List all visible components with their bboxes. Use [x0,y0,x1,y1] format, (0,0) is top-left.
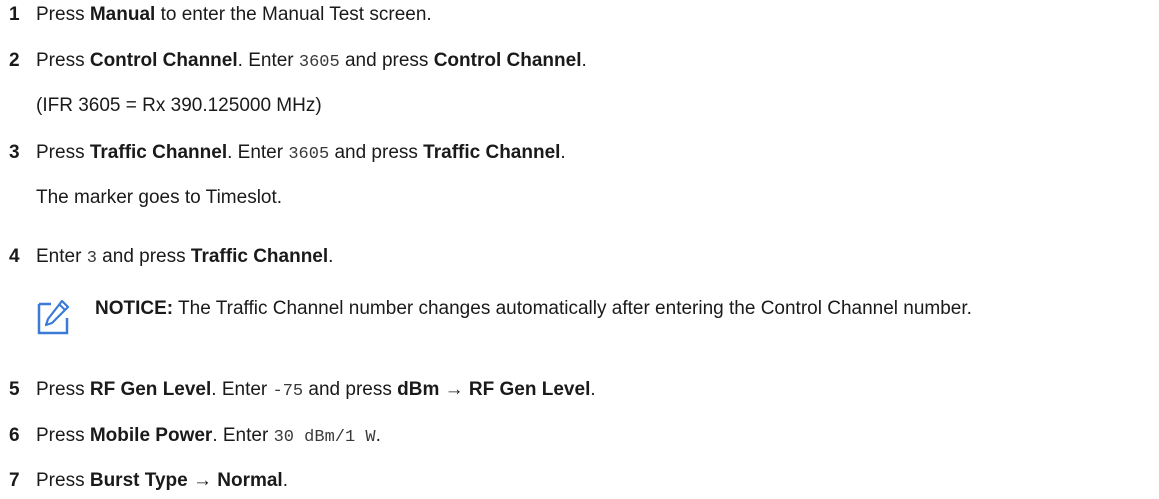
step-text-part: Press [36,379,90,400]
step-text-part: and press [339,50,434,71]
ui-key-label: RF Gen Level [89,379,212,400]
step-text: Press Manual to enter the Manual Test sc… [36,3,432,27]
step-text-part: . [282,470,288,491]
step-text-part: . [590,379,596,400]
entry-value: 3605 [288,145,330,164]
step-text-part: Press [36,425,90,446]
step-text: Press Burst Type → Normal. [36,469,288,493]
step-text: Press Mobile Power. Enter 30 dBm/1 W. [36,424,381,450]
pencil-note-icon-svg [37,299,70,335]
step-text-part: . [581,50,587,71]
step-text: Press Traffic Channel. Enter 3605 and pr… [36,141,566,167]
ui-key-label: Control Channel [433,50,582,71]
step-text-part: to enter the Manual Test screen. [155,4,432,25]
notice-text: NOTICE: The Traffic Channel number chang… [95,294,1145,323]
step-text-part: Press [36,470,90,491]
step-text-part: Press [36,50,90,71]
step-text: Press Control Channel. Enter 3605 and pr… [36,49,587,75]
entry-value: 3 [86,249,97,268]
step-text-part: . Enter [211,379,273,400]
step-note-text: (IFR 3605 = Rx 390.125000 MHz) [36,95,322,116]
step-text-part: Press [36,4,90,25]
step-number: 4 [9,246,20,267]
step-text: Enter 3 and press Traffic Channel. [36,245,333,271]
ui-key-label: Manual [89,4,156,25]
notice-body: The Traffic Channel number changes autom… [173,298,972,319]
entry-value: 3605 [298,53,340,72]
step-number: 1 [9,4,20,25]
ui-key-label: Traffic Channel [423,142,561,163]
entry-value: -75 [272,382,304,401]
ui-key-label: Mobile Power [89,425,213,446]
step-text: Press RF Gen Level. Enter -75 and press … [36,378,596,404]
ui-key-label: Burst Type → Normal [89,470,283,491]
step-number: 5 [9,379,20,400]
ui-key-label: Control Channel [89,50,238,71]
notice-label: NOTICE: [95,298,174,319]
step-text-part: Press [36,142,90,163]
step-text-part: . [328,246,334,267]
step-text-part: and press [329,142,424,163]
step-number: 3 [9,142,20,163]
step-text-part: and press [96,246,191,267]
ui-key-label: Traffic Channel [190,246,329,267]
step-text-part: . Enter [237,50,299,71]
pencil-note-icon [36,298,72,336]
step-text-part: . Enter [227,142,289,163]
step-note-text: The marker goes to Timeslot. [36,187,283,208]
ui-key-label: dBm → RF Gen Level [397,379,591,400]
step-text-part: Enter [36,246,87,267]
step-text-part: . [560,142,566,163]
step-text-part: and press [303,379,398,400]
entry-value: 30 dBm/1 W [273,428,376,447]
step-text-part: . Enter [212,425,274,446]
step-number: 2 [9,50,20,71]
ui-key-label: Traffic Channel [89,142,228,163]
step-text-part: . [375,425,381,446]
step-number: 6 [9,425,20,446]
procedure-document: 1 Press Manual to enter the Manual Test … [0,0,1159,499]
step-number: 7 [9,470,20,491]
